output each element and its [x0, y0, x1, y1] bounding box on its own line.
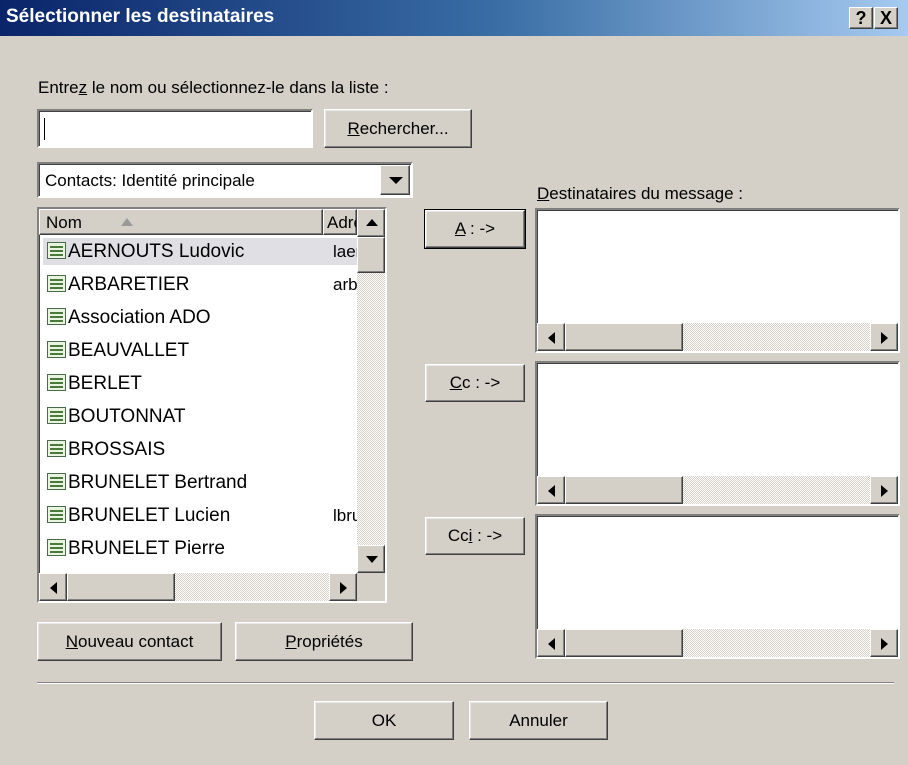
contact-row[interactable]: BOUTONNAT — [43, 403, 385, 430]
scroll-right-button[interactable] — [870, 629, 898, 657]
to-button[interactable]: A : -> — [424, 209, 526, 249]
contact-name: BERLET — [68, 373, 142, 394]
contact-row[interactable]: Association ADO — [43, 304, 385, 331]
text-cursor — [44, 118, 45, 140]
horizontal-scrollbar[interactable] — [537, 629, 898, 657]
properties-button[interactable]: Propriétés — [235, 622, 413, 661]
contact-row[interactable]: BRUNELET Bertrand — [43, 469, 385, 496]
bcc-button[interactable]: Cci : -> — [425, 517, 525, 555]
dropdown-button[interactable] — [380, 165, 410, 195]
cc-button[interactable]: Cc : -> — [425, 364, 525, 402]
contact-row[interactable]: BERLET — [43, 370, 385, 397]
scroll-thumb[interactable] — [67, 573, 175, 601]
cancel-button[interactable]: Annuler — [469, 701, 608, 740]
arrow-right-icon — [881, 485, 888, 497]
search-button[interactable]: Rechercher... — [324, 109, 472, 148]
contact-card-icon — [47, 275, 66, 292]
contact-card-icon — [47, 374, 66, 391]
window-title: Sélectionner les destinataires — [6, 6, 275, 27]
contact-row[interactable]: BRUNELET Pierre — [43, 535, 385, 562]
contact-name: AERNOUTS Ludovic — [68, 241, 245, 262]
contact-card-icon — [47, 473, 66, 490]
contacts-list[interactable]: Nom Adre: AERNOUTS Ludoviclaern ARBARETIE… — [37, 207, 387, 603]
addressbook-select[interactable]: Contacts: Identité principale — [37, 162, 413, 198]
column-header-address[interactable]: Adre: — [323, 209, 357, 235]
sort-ascending-icon — [121, 218, 133, 226]
scroll-right-button[interactable] — [329, 573, 357, 601]
arrow-left-icon — [548, 485, 555, 497]
search-prompt-label: Entrez le nom ou sélectionnez-le dans la… — [38, 78, 389, 97]
contact-name: BRUNELET Lucien — [68, 505, 231, 526]
contact-name: BROSSAIS — [68, 439, 166, 460]
vertical-scrollbar[interactable] — [357, 209, 385, 573]
scroll-left-button[interactable] — [537, 476, 565, 504]
arrow-left-icon — [50, 582, 57, 594]
contact-card-icon — [47, 539, 66, 556]
contact-row[interactable]: ARBARETIER arbar — [43, 271, 385, 298]
horizontal-scrollbar[interactable] — [39, 573, 357, 601]
arrow-right-icon — [881, 332, 888, 344]
scroll-left-button[interactable] — [39, 573, 67, 601]
contact-card-icon — [47, 440, 66, 457]
help-button[interactable]: ? — [849, 7, 873, 29]
to-recipients-box[interactable] — [535, 208, 900, 353]
scroll-left-button[interactable] — [537, 323, 565, 351]
title-bar[interactable]: Sélectionner les destinataires ? X — [0, 0, 908, 36]
ok-button[interactable]: OK — [314, 701, 454, 740]
scroll-thumb[interactable] — [565, 323, 683, 351]
cc-recipients-box[interactable] — [535, 361, 900, 506]
arrow-left-icon — [548, 332, 555, 344]
scroll-right-button[interactable] — [870, 323, 898, 351]
column-header-name[interactable]: Nom — [39, 209, 323, 235]
contact-row[interactable]: AERNOUTS Ludovic laern — [43, 238, 385, 265]
contact-card-icon — [47, 506, 66, 523]
contact-card-icon — [47, 242, 66, 259]
arrow-down-icon — [366, 556, 378, 563]
contact-name: BRUNELET Pierre — [68, 538, 225, 559]
arrow-up-icon — [366, 219, 378, 226]
recipients-label: Destinataires du message : — [537, 184, 743, 203]
new-contact-button[interactable]: Nouveau contact — [37, 622, 222, 661]
contact-card-icon — [47, 407, 66, 424]
contact-card-icon — [47, 308, 66, 325]
horizontal-scrollbar[interactable] — [537, 323, 898, 351]
arrow-right-icon — [881, 638, 888, 650]
scroll-left-button[interactable] — [537, 629, 565, 657]
contact-name: ARBARETIER — [68, 274, 190, 295]
arrow-right-icon — [340, 582, 347, 594]
contact-name: BRUNELET Bertrand — [68, 472, 248, 493]
search-input[interactable] — [37, 109, 313, 148]
close-button[interactable]: X — [874, 7, 898, 29]
scroll-thumb[interactable] — [357, 237, 385, 273]
contact-name: BEAUVALLET — [68, 340, 190, 361]
contact-row[interactable]: BRUNELET Lucien lbrun — [43, 502, 385, 529]
separator-highlight — [37, 683, 894, 684]
chevron-down-icon — [389, 177, 403, 184]
contact-name: Association ADO — [68, 307, 211, 328]
contact-name: BOUTONNAT — [68, 406, 186, 427]
scroll-right-button[interactable] — [870, 476, 898, 504]
addressbook-selected: Contacts: Identité principale — [45, 171, 255, 190]
scroll-up-button[interactable] — [357, 209, 385, 237]
scroll-corner — [357, 573, 385, 601]
scroll-thumb[interactable] — [565, 476, 683, 504]
select-recipients-dialog: Sélectionner les destinataires ? X Entre… — [0, 0, 908, 765]
contact-card-icon — [47, 341, 66, 358]
bcc-recipients-box[interactable] — [535, 514, 900, 659]
arrow-left-icon — [548, 638, 555, 650]
scroll-thumb[interactable] — [565, 629, 683, 657]
horizontal-scrollbar[interactable] — [537, 476, 898, 504]
contact-row[interactable]: BROSSAIS — [43, 436, 385, 463]
scroll-down-button[interactable] — [357, 545, 385, 573]
contact-row[interactable]: BEAUVALLET — [43, 337, 385, 364]
